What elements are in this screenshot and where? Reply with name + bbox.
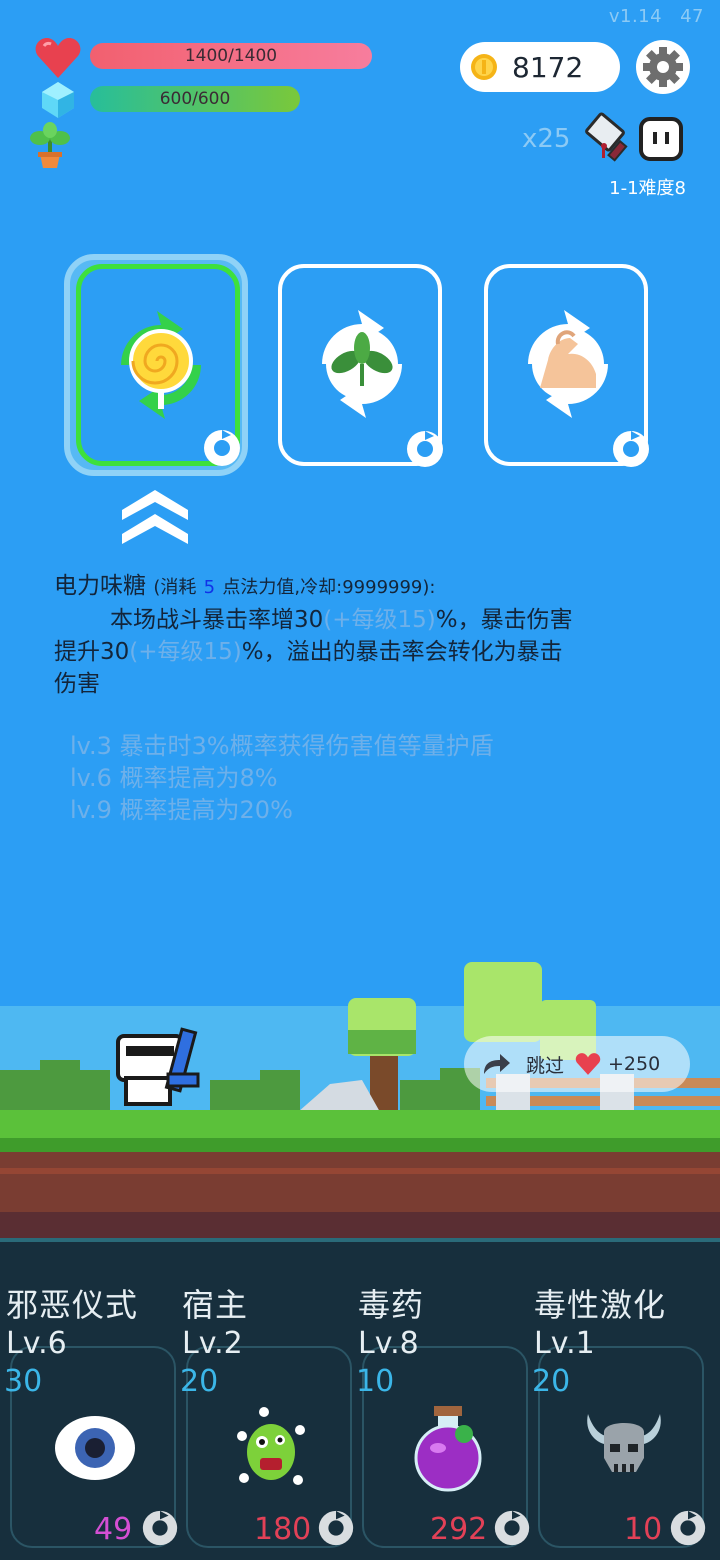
panel-divider [0,1238,720,1242]
card-title: 邪恶仪式 [6,1286,139,1324]
potted-plant-icon[interactable] [28,122,72,168]
heart-icon [35,38,81,78]
card-cost: 20 [180,1364,219,1399]
leaf-icon [322,310,402,418]
germ-monster-icon [237,1407,305,1485]
settings-button[interactable] [636,40,690,94]
bloody-cleaver-icon [585,112,628,162]
gear-icon [643,47,683,87]
card-title: 宿主 [182,1286,249,1324]
coin-icon [471,54,497,80]
lollipop-icon [121,311,201,419]
card-title: 毒药 [358,1286,425,1324]
mp-bar: 600/600 [90,86,300,112]
skill-level-bonuses: lv.3 暴击时3%概率获得伤害值等量护盾 lv.6 概率提高为8% lv.9 … [70,732,494,824]
card-level: Lv.1 [534,1326,595,1361]
skill-card-lollipop[interactable] [76,264,240,466]
card-level: Lv.8 [358,1326,419,1361]
stage-difficulty: 1-1难度8 [609,178,686,199]
skill-name: 电力味糖 [54,573,146,599]
card-count: 10 [624,1512,663,1547]
skill-description: 电力味糖 (消耗 5 点法力值,冷却:9999999): 本场战斗暴击率增30(… [54,573,573,697]
skill-card-leaf[interactable] [278,264,443,467]
skill-card-muscle[interactable] [484,264,649,467]
battle-scene [0,962,720,1238]
refresh-card-icon[interactable] [316,1508,356,1548]
card-level: Lv.2 [182,1326,243,1361]
eye-icon [55,1416,135,1480]
refresh-skill-icon[interactable] [404,428,446,470]
hp-bar: 1400/1400 [90,43,372,69]
card-level: Lv.6 [6,1326,67,1361]
refresh-card-icon[interactable] [492,1508,532,1548]
poison-potion-icon [414,1406,482,1492]
combo-multiplier: x25 [522,124,571,154]
heart-icon [575,1053,601,1075]
skip-arrow-icon [484,1054,510,1074]
card-cost: 20 [532,1364,571,1399]
version-label: v1.14 47 [608,6,704,27]
card-title: 毒性激化 [534,1286,667,1324]
upgrade-chevron-icon[interactable] [122,490,188,546]
card-count: 292 [430,1512,488,1547]
refresh-card-icon[interactable] [668,1508,708,1548]
horned-skull-icon [587,1414,661,1472]
ghost-enemy-icon [639,117,683,161]
refresh-skill-icon[interactable] [610,428,652,470]
card-count: 180 [254,1512,312,1547]
card-cost: 30 [4,1364,43,1399]
refresh-skill-icon[interactable] [201,427,243,469]
refresh-card-icon[interactable] [140,1508,180,1548]
flexed-arm-icon [528,310,608,418]
card-count: 49 [94,1512,133,1547]
skip-button[interactable]: 跳过 +250 [464,1036,690,1092]
coin-counter: 8172 [460,42,620,92]
mana-gem-icon [42,82,74,118]
card-cost: 10 [356,1364,395,1399]
